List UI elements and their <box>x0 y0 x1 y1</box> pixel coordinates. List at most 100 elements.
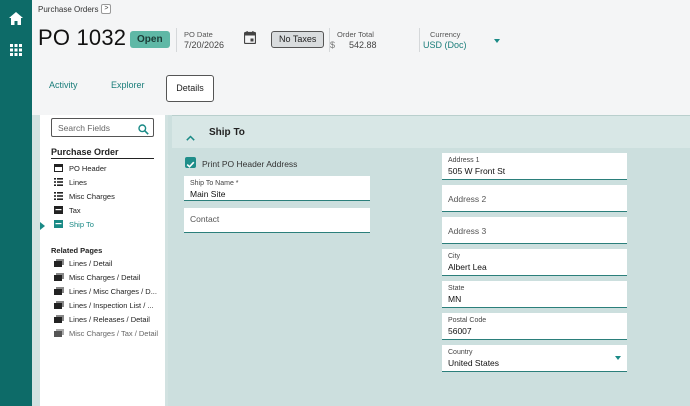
dropdown-caret-icon[interactable] <box>615 356 621 360</box>
dropdown-caret-icon[interactable] <box>494 39 500 43</box>
postal-code-value: 56007 <box>448 326 472 336</box>
city-label: City <box>448 253 461 260</box>
city-field[interactable]: City Albert Lea <box>442 249 627 276</box>
related-item[interactable]: Misc Charges / Detail <box>54 271 140 283</box>
address2-field[interactable]: Address 2 <box>442 185 627 212</box>
contact-placeholder: Contact <box>190 214 220 224</box>
related-item-label: Lines / Inspection List / ... <box>69 300 154 310</box>
details-panel: Ship To Print PO Header Address Ship To … <box>168 115 690 406</box>
nav-section-title: Purchase Order <box>51 147 119 157</box>
nav-item-tax[interactable]: Tax <box>54 204 81 216</box>
related-item[interactable]: Lines / Releases / Detail <box>54 313 150 325</box>
section-title: Ship To <box>209 127 245 138</box>
ship-to-section-header[interactable]: Ship To <box>172 115 690 148</box>
home-button[interactable] <box>0 3 32 33</box>
country-value: United States <box>448 358 500 368</box>
active-indicator-icon <box>40 222 45 230</box>
panel-icon <box>54 220 63 228</box>
breadcrumb: Purchase Orders > <box>38 4 112 14</box>
print-header-address-label: Print PO Header Address <box>202 159 298 169</box>
page-stack-icon <box>54 315 64 323</box>
postal-code-label: Postal Code <box>448 317 487 324</box>
field-navigator: Search Fields Purchase Order PO Header L… <box>40 115 165 406</box>
contact-field[interactable]: Contact <box>184 208 370 233</box>
calendar-button[interactable] <box>243 31 257 49</box>
list-icon <box>54 192 63 200</box>
page-stack-icon <box>54 329 64 337</box>
search-icon[interactable] <box>138 122 149 140</box>
related-item[interactable]: Lines / Detail <box>54 257 112 269</box>
tab-explorer[interactable]: Explorer <box>111 80 145 90</box>
page-stack-icon <box>54 273 64 281</box>
country-label: Country <box>448 349 473 356</box>
related-item[interactable]: Lines / Inspection List / ... <box>54 299 154 311</box>
tab-activity[interactable]: Activity <box>49 80 78 90</box>
divider <box>51 158 154 159</box>
related-item-label: Misc Charges / Detail <box>69 272 141 282</box>
city-value: Albert Lea <box>448 262 487 272</box>
state-value: MN <box>448 294 462 304</box>
apps-button[interactable] <box>0 35 32 65</box>
no-taxes-button[interactable]: No Taxes <box>271 31 325 48</box>
ship-to-name-field[interactable]: Ship To Name * Main Site <box>184 176 370 201</box>
state-label: State <box>448 285 465 292</box>
country-select[interactable]: Country United States <box>442 345 627 372</box>
order-total-label: Order Total <box>337 30 374 39</box>
related-item[interactable]: Lines / Misc Charges / D... <box>54 285 157 297</box>
order-total-value: 542.88 <box>349 40 377 50</box>
calendar-icon <box>243 31 257 45</box>
page-header: Purchase Orders > PO 1032 Open PO Date 7… <box>32 0 690 115</box>
address3-field[interactable]: Address 3 <box>442 217 627 244</box>
search-input[interactable]: Search Fields <box>51 118 154 137</box>
address1-field[interactable]: Address 1 505 W Front St <box>442 153 627 180</box>
address3-placeholder: Address 3 <box>448 226 487 236</box>
related-item-label: Misc Charges / Tax / Detail <box>69 328 159 338</box>
po-date-value[interactable]: 7/20/2026 <box>184 40 224 50</box>
ship-to-name-value: Main Site <box>190 189 226 199</box>
currency-label: Currency <box>430 30 461 39</box>
page-stack-icon <box>54 259 64 267</box>
nav-item-label: Tax <box>69 205 81 215</box>
checkbox-checked-icon <box>186 161 195 168</box>
related-item[interactable]: Misc Charges / Tax / Detail <box>54 327 158 339</box>
related-item-label: Lines / Misc Charges / D... <box>69 286 157 296</box>
nav-item-label: PO Header <box>69 163 107 173</box>
state-field[interactable]: State MN <box>442 281 627 308</box>
nav-item-label: Misc Charges <box>69 191 115 201</box>
address1-label: Address 1 <box>448 157 480 164</box>
nav-item-misc-charges[interactable]: Misc Charges <box>54 190 115 202</box>
related-pages-title: Related Pages <box>51 246 103 255</box>
address2-placeholder: Address 2 <box>448 194 487 204</box>
status-badge: Open <box>130 31 170 48</box>
app-rail <box>0 0 32 406</box>
search-placeholder: Search Fields <box>58 123 110 133</box>
related-item-label: Lines / Releases / Detail <box>69 314 150 324</box>
chevron-up-icon[interactable] <box>186 128 195 146</box>
currency-select[interactable]: USD (Doc) <box>423 40 467 50</box>
page-title: PO 1032 <box>38 25 127 50</box>
divider <box>419 28 420 52</box>
home-icon <box>9 11 23 25</box>
ship-to-name-label: Ship To Name * <box>190 180 239 187</box>
list-icon <box>54 178 63 186</box>
nav-item-label: Lines <box>69 177 87 187</box>
nav-item-lines[interactable]: Lines <box>54 176 87 188</box>
apps-grid-icon <box>10 44 22 56</box>
po-date-label: PO Date <box>184 30 213 39</box>
page-stack-icon <box>54 287 64 295</box>
divider <box>176 28 177 52</box>
tab-details[interactable]: Details <box>166 75 214 102</box>
print-header-address-checkbox[interactable] <box>185 157 196 168</box>
nav-item-po-header[interactable]: PO Header <box>54 162 107 174</box>
currency-symbol: $ <box>330 40 336 50</box>
nav-item-label: Ship To <box>69 219 94 229</box>
panel-icon <box>54 206 63 214</box>
postal-code-field[interactable]: Postal Code 56007 <box>442 313 627 340</box>
header-icon <box>54 164 63 172</box>
related-item-label: Lines / Detail <box>69 258 113 268</box>
address1-value: 505 W Front St <box>448 166 506 176</box>
nav-item-ship-to[interactable]: Ship To <box>54 218 94 230</box>
breadcrumb-expand-button[interactable]: > <box>101 4 112 14</box>
page-stack-icon <box>54 301 64 309</box>
breadcrumb-purchase-orders[interactable]: Purchase Orders <box>38 5 98 14</box>
